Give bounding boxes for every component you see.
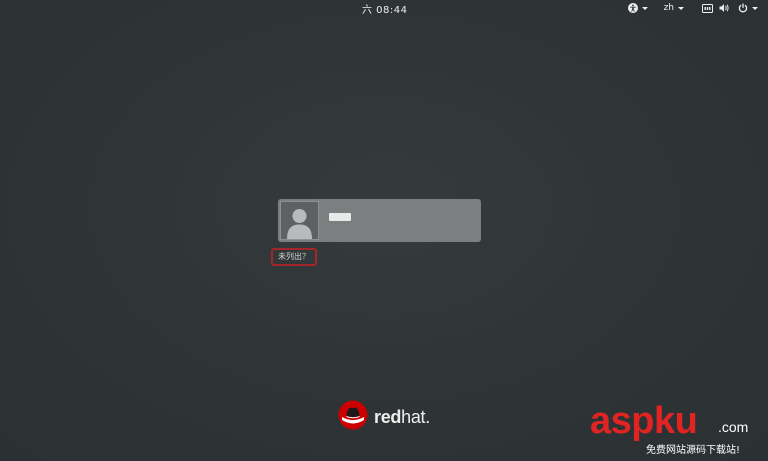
keyboard-layout-menu[interactable]: zh [664,2,684,14]
power-icon [738,3,748,13]
volume-icon [719,3,730,13]
watermark-subtitle: 免费网站源码下载站! [646,445,741,456]
system-indicators: zh [627,2,758,14]
keyboard-layout-label: zh [663,3,674,13]
user-avatar-icon [280,201,319,240]
chevron-down-icon [641,6,648,10]
chevron-down-icon [678,6,684,10]
top-bar: 六 08:44 zh [0,0,768,16]
user-list-item[interactable] [278,199,481,242]
logo-text-light: hat [401,406,426,427]
redhat-fedora-icon [338,400,368,434]
clock[interactable]: 六 08:44 [362,1,408,16]
not-listed-button[interactable]: 未列出？ [271,248,317,266]
volume-indicator[interactable] [719,2,730,14]
network-icon [702,3,713,13]
watermark-domain: .com [718,419,749,435]
watermark: aspku .com 免费网站源码下载站! [590,400,760,456]
accessibility-icon [627,3,638,13]
distribution-logo: redhat. [338,400,430,434]
logo-text: redhat. [374,407,430,428]
user-name [329,213,351,221]
network-indicator[interactable] [702,2,713,14]
logo-text-suffix: . [425,406,430,427]
login-screen: 六 08:44 zh 未列出？ redhat. aspku .com 免费网站源… [0,0,768,461]
accessibility-menu[interactable] [627,2,648,14]
logo-text-bold: red [374,406,402,427]
power-menu[interactable] [738,2,758,14]
watermark-main: aspku [590,400,698,442]
chevron-down-icon [752,6,758,10]
